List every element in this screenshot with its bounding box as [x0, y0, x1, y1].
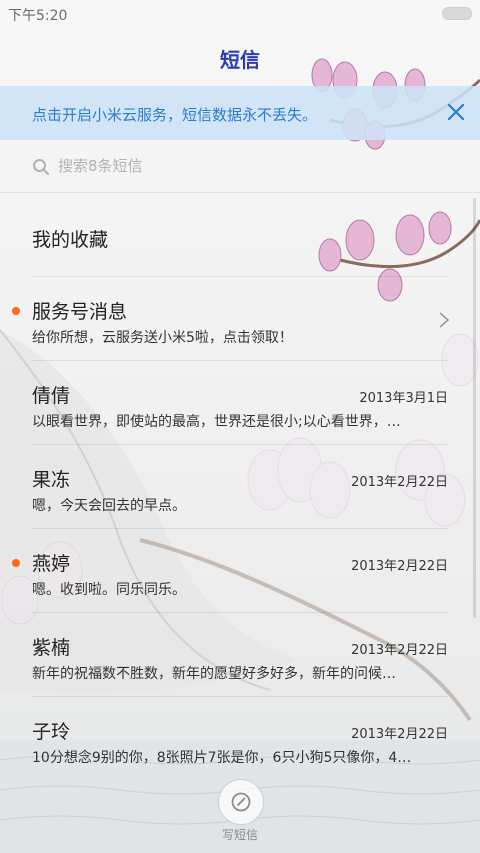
title-bar: 短信 — [0, 28, 480, 86]
search-bar[interactable] — [0, 140, 480, 192]
message-date: 2013年2月22日 — [351, 559, 448, 574]
message-date: 2013年3月1日 — [359, 391, 448, 406]
page-title: 短信 — [220, 48, 260, 72]
message-date: 2013年2月22日 — [351, 643, 448, 658]
contact-name: 服务号消息 — [32, 301, 128, 323]
contact-name: 燕婷 — [32, 553, 71, 575]
compose-label: 写短信 — [221, 828, 258, 842]
unread-dot — [12, 559, 20, 567]
conversation-row[interactable]: 果冻 2013年2月22日 嗯，今天会回去的早点。 — [0, 445, 480, 529]
conversation-row[interactable]: 倩倩 2013年3月1日 以眼看世界，即使站的最高，世界还是很小;以心看世界，… — [0, 361, 480, 445]
message-preview: 嗯，今天会回去的早点。 — [32, 498, 186, 514]
cloud-service-banner[interactable]: 点击开启小米云服务，短信数据永不丢失。 — [0, 86, 480, 140]
chevron-right-icon — [439, 312, 450, 328]
message-preview: 给你所想，云服务送小米5啦，点击领取！ — [32, 330, 293, 346]
contact-name: 倩倩 — [32, 385, 71, 407]
conversation-list: 我的收藏 服务号消息 给你所想，云服务送小米5啦，点击领取！ 倩倩 2013年3… — [0, 193, 480, 781]
unread-dot — [12, 307, 20, 315]
favorites-row[interactable]: 我的收藏 — [0, 193, 480, 277]
conversation-row-service[interactable]: 服务号消息 给你所想，云服务送小米5啦，点击领取！ — [0, 277, 480, 361]
conversation-row[interactable]: 燕婷 2013年2月22日 嗯。收到啦。同乐同乐。 — [0, 529, 480, 613]
battery-icon — [442, 7, 472, 20]
status-time: 下午5:20 — [8, 8, 68, 24]
favorites-label: 我的收藏 — [32, 229, 109, 251]
search-input[interactable] — [58, 154, 438, 178]
conversation-row[interactable]: 子玲 2013年2月22日 10分想念9别的你，8张照片7张是你，6只小狗5只像… — [0, 697, 480, 781]
contact-name: 果冻 — [32, 469, 71, 491]
scrollbar[interactable] — [473, 198, 476, 618]
message-date: 2013年2月22日 — [351, 475, 448, 490]
contact-name: 紫楠 — [32, 637, 71, 659]
conversation-row[interactable]: 紫楠 2013年2月22日 新年的祝福数不胜数，新年的愿望好多好多，新年的问候… — [0, 613, 480, 697]
cloud-banner-text[interactable]: 点击开启小米云服务，短信数据永不丢失。 — [32, 104, 317, 125]
contact-name: 子玲 — [32, 721, 71, 743]
compose-icon — [231, 792, 251, 812]
message-preview: 新年的祝福数不胜数，新年的愿望好多好多，新年的问候… — [32, 666, 396, 682]
close-icon[interactable] — [444, 100, 468, 124]
message-date: 2013年2月22日 — [351, 727, 448, 742]
status-bar: 下午5:20 — [0, 0, 480, 28]
message-preview: 以眼看世界，即使站的最高，世界还是很小;以心看世界，… — [32, 414, 401, 430]
search-icon — [33, 159, 49, 175]
message-preview: 10分想念9别的你，8张照片7张是你，6只小狗5只像你，4… — [32, 750, 412, 766]
message-preview: 嗯。收到啦。同乐同乐。 — [32, 582, 186, 598]
compose-button[interactable] — [218, 779, 264, 825]
